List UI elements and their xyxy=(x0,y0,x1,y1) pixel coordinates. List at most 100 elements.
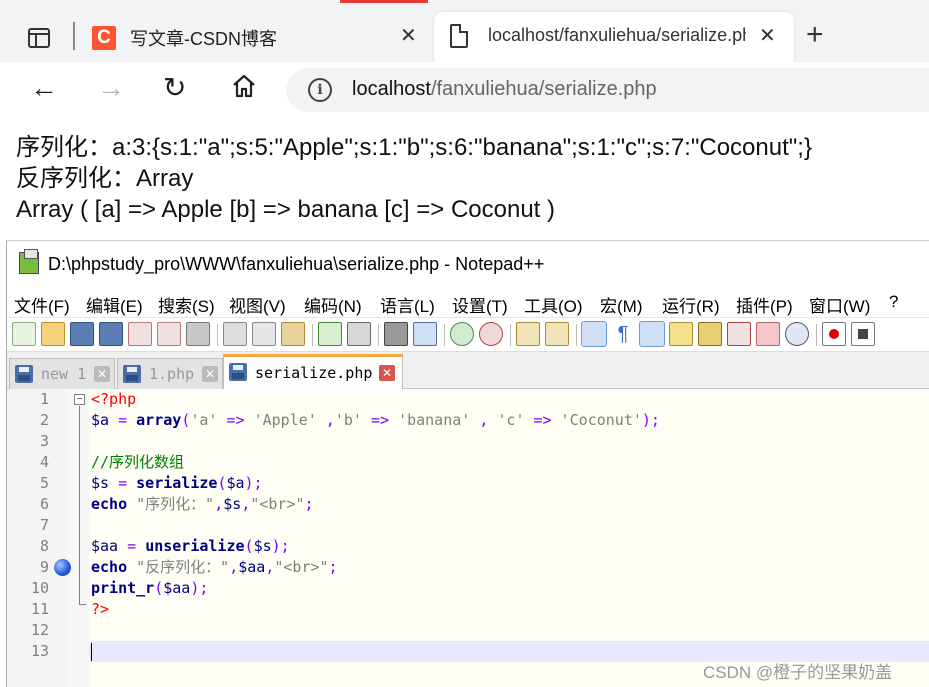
line-number: 5 xyxy=(39,474,49,492)
tab-close-icon[interactable]: ✕ xyxy=(759,25,776,47)
user-defined-language-icon[interactable] xyxy=(669,322,693,346)
save-all-icon[interactable] xyxy=(99,322,123,346)
bookmark-icon[interactable] xyxy=(54,559,71,576)
home-button[interactable] xyxy=(230,72,258,102)
menu-tools[interactable]: 工具(O) xyxy=(524,292,583,317)
line-number: 10 xyxy=(30,579,49,597)
menu-search[interactable]: 搜索(S) xyxy=(158,292,215,317)
copy-icon[interactable] xyxy=(252,322,276,346)
file-tab-serialize[interactable]: serialize.php ✕ xyxy=(223,354,403,390)
open-file-icon[interactable] xyxy=(41,322,65,346)
file-tab-close-icon[interactable]: ✕ xyxy=(379,365,395,381)
tab-separator xyxy=(73,22,75,50)
line-content: //序列化数组 xyxy=(91,453,185,471)
file-tab-new1[interactable]: new 1 ✕ xyxy=(9,358,115,389)
line-content: echo "反序列化：",$aa,"<br>"; xyxy=(91,558,338,576)
notepad-title-bar: D:\phpstudy_pro\WWW\fanxuliehua\serializ… xyxy=(7,241,929,287)
back-button[interactable]: ← xyxy=(30,72,58,104)
file-tab-close-icon[interactable]: ✕ xyxy=(202,366,218,382)
tab-title: 写文章-CSDN博客 xyxy=(130,29,277,49)
code-line: 12 xyxy=(7,620,929,641)
page-icon xyxy=(450,24,468,48)
line-number: 2 xyxy=(39,411,49,429)
code-editor[interactable]: − 1 <?php 2 $a = array('a' => 'Apple' ,'… xyxy=(7,389,929,687)
sync-horizontal-icon[interactable] xyxy=(545,322,569,346)
unserialize-label: 反序列化：Array xyxy=(16,165,194,192)
url-text[interactable]: localhost/fanxuliehua/serialize.php xyxy=(352,78,657,101)
forward-button[interactable]: → xyxy=(97,72,125,104)
info-icon[interactable]: i xyxy=(308,78,332,102)
file-tab-label: new 1 xyxy=(41,365,87,383)
menu-macro[interactable]: 宏(M) xyxy=(600,292,642,317)
save-icon[interactable] xyxy=(70,322,94,346)
word-wrap-icon[interactable] xyxy=(581,321,607,347)
menu-view[interactable]: 视图(V) xyxy=(229,292,286,317)
indent-guide-icon[interactable] xyxy=(639,321,665,347)
menu-help[interactable]: ? xyxy=(889,292,898,312)
cut-icon[interactable] xyxy=(223,322,247,346)
record-macro-icon[interactable] xyxy=(822,322,846,346)
sync-vertical-icon[interactable] xyxy=(516,322,540,346)
menu-edit[interactable]: 编辑(E) xyxy=(86,292,143,317)
browser-nav-bar: ← → ↻ i localhost/fanxuliehua/serialize.… xyxy=(0,62,929,118)
folder-as-workspace-icon[interactable] xyxy=(756,322,780,346)
line-number: 8 xyxy=(39,537,49,555)
paste-icon[interactable] xyxy=(281,322,305,346)
toolbar-separator xyxy=(510,324,511,346)
line-content: print_r($aa); xyxy=(91,579,209,597)
menu-window[interactable]: 窗口(W) xyxy=(809,292,870,317)
replace-icon[interactable] xyxy=(413,322,437,346)
menu-plugins[interactable]: 插件(P) xyxy=(736,292,793,317)
toolbar-separator xyxy=(444,324,445,346)
tab-actions-button[interactable] xyxy=(22,22,56,54)
tab-actions-icon xyxy=(28,28,50,48)
print-icon[interactable] xyxy=(186,322,210,346)
new-file-icon[interactable] xyxy=(12,322,36,346)
close-all-icon[interactable] xyxy=(157,322,181,346)
monitoring-icon[interactable] xyxy=(785,322,809,346)
redo-icon[interactable] xyxy=(347,322,371,346)
line-number: 6 xyxy=(39,495,49,513)
code-line: 2 $a = array('a' => 'Apple' ,'b' => 'ban… xyxy=(7,410,929,431)
function-list-icon[interactable] xyxy=(727,322,751,346)
menu-encoding[interactable]: 编码(N) xyxy=(304,292,362,317)
code-line: 6 echo "序列化：",$s,"<br>"; xyxy=(7,494,929,515)
menu-language[interactable]: 语言(L) xyxy=(380,292,435,317)
csdn-logo-icon: C xyxy=(92,26,116,50)
show-all-characters-icon[interactable]: ¶ xyxy=(611,322,635,346)
close-file-icon[interactable] xyxy=(128,322,152,346)
line-content: <?php xyxy=(91,390,137,408)
menu-run[interactable]: 运行(R) xyxy=(662,292,720,317)
file-tab-1php[interactable]: 1.php ✕ xyxy=(117,358,223,389)
line-number: 3 xyxy=(39,432,49,450)
code-line: 11 ?> xyxy=(7,599,929,620)
tab-accent-strip xyxy=(340,0,428,3)
line-number: 7 xyxy=(39,516,49,534)
menu-file[interactable]: 文件(F) xyxy=(14,292,70,317)
notepad-window: D:\phpstudy_pro\WWW\fanxuliehua\serializ… xyxy=(6,240,929,687)
file-tab-close-icon[interactable]: ✕ xyxy=(94,366,110,382)
zoom-out-icon[interactable] xyxy=(479,322,503,346)
stop-macro-icon[interactable] xyxy=(851,322,875,346)
zoom-in-icon[interactable] xyxy=(450,322,474,346)
notepad-title: D:\phpstudy_pro\WWW\fanxuliehua\serializ… xyxy=(48,254,545,274)
line-content: $aa = unserialize($s); xyxy=(91,537,290,555)
file-saved-icon xyxy=(15,365,33,383)
code-line: 4 //序列化数组 xyxy=(7,452,929,473)
file-saved-icon xyxy=(123,365,141,383)
menu-settings[interactable]: 设置(T) xyxy=(452,292,508,317)
find-icon[interactable] xyxy=(384,322,408,346)
notepad-logo-icon xyxy=(19,249,39,274)
line-content: $s = serialize($a); xyxy=(91,474,263,492)
line-number: 9 xyxy=(39,558,49,576)
toolbar-separator xyxy=(378,324,379,346)
reload-button[interactable]: ↻ xyxy=(163,72,186,104)
toolbar-separator xyxy=(816,324,817,346)
browser-tab-csdn[interactable]: C 写文章-CSDN博客 ✕ xyxy=(80,12,430,62)
new-tab-button[interactable]: + xyxy=(806,20,824,50)
address-bar[interactable]: i localhost/fanxuliehua/serialize.php xyxy=(286,68,929,112)
browser-tab-serialize[interactable]: localhost/fanxuliehua/serialize.ph ✕ xyxy=(434,12,794,62)
undo-icon[interactable] xyxy=(318,322,342,346)
tab-close-icon[interactable]: ✕ xyxy=(400,25,417,47)
document-map-icon[interactable] xyxy=(698,322,722,346)
